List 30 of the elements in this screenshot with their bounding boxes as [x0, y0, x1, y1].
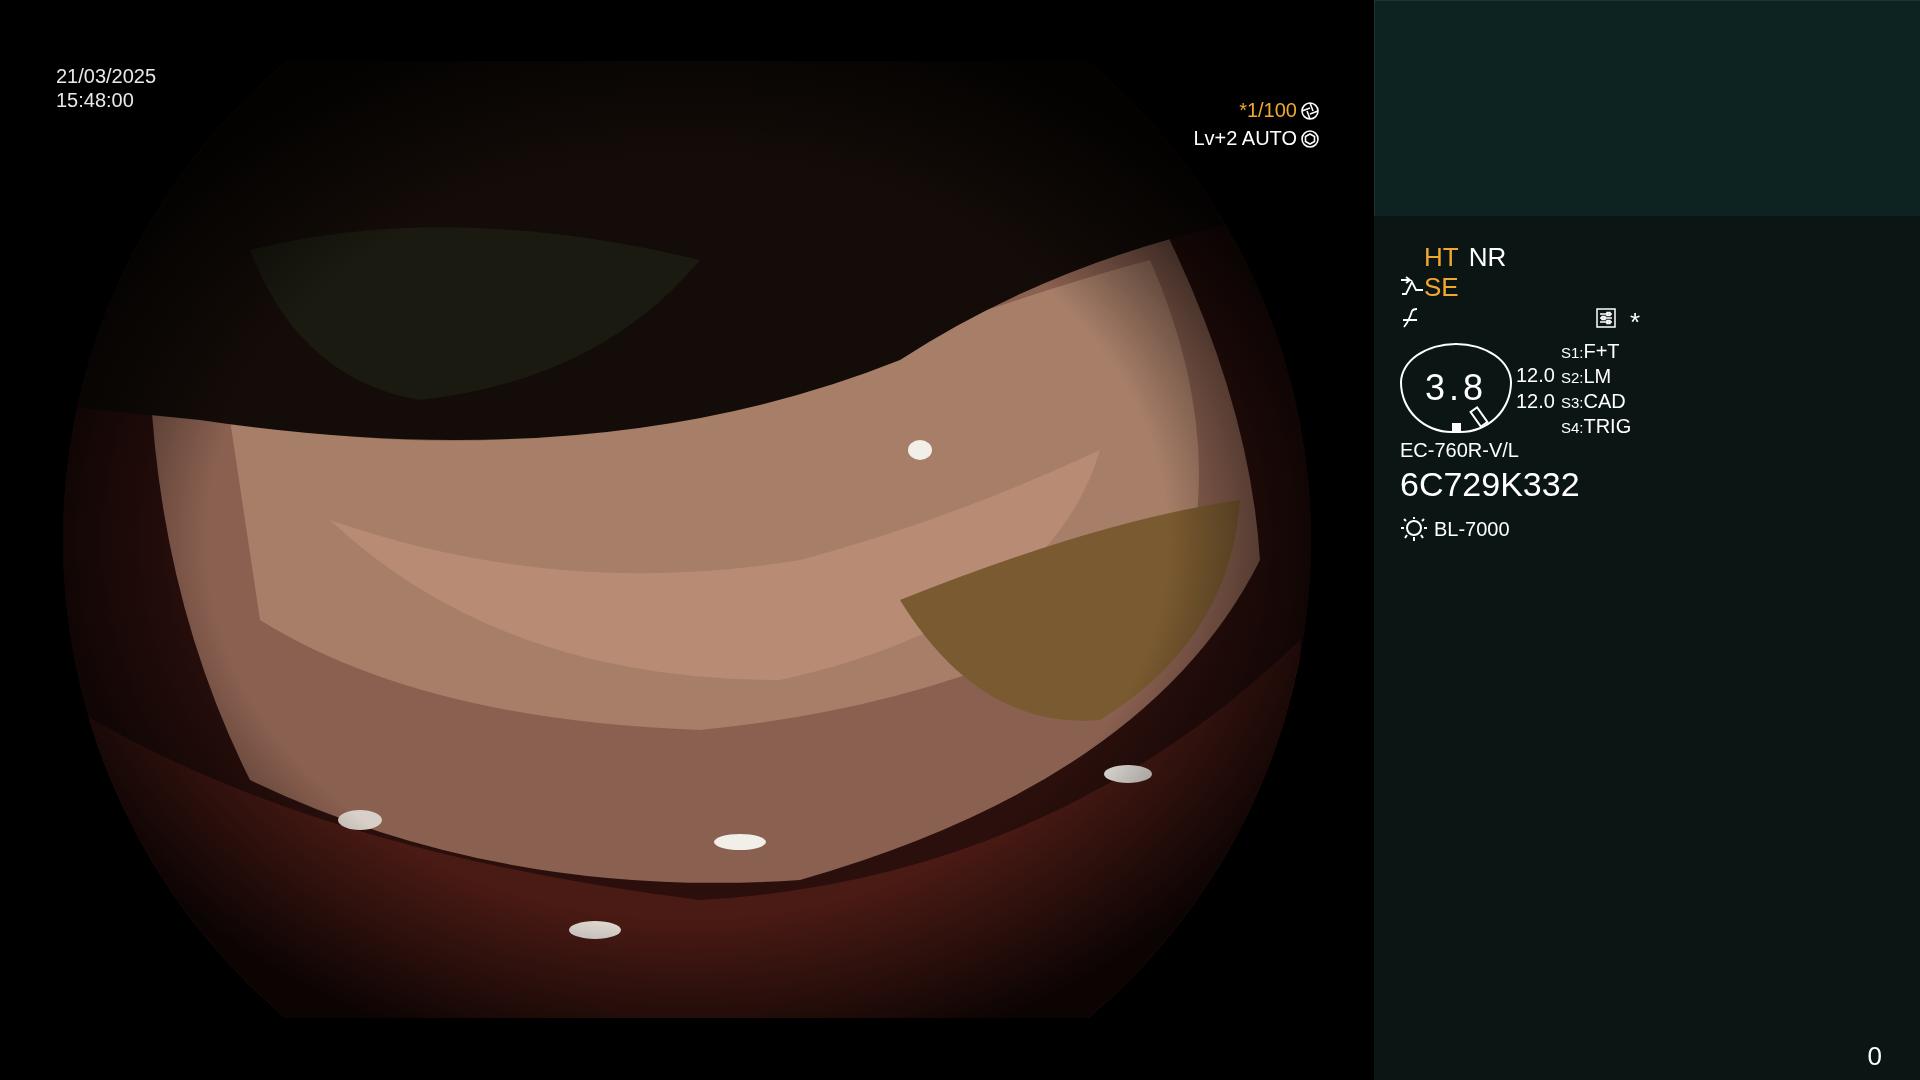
switch-key: S3:	[1560, 392, 1584, 415]
switch-key: S1:	[1560, 342, 1584, 365]
settings-icon	[1595, 308, 1616, 328]
mode-label: HT	[1424, 242, 1459, 272]
serial-number-text: 6C729K332	[1400, 464, 1581, 504]
switch-value: CAD	[1583, 389, 1626, 414]
mode-label: NR	[1468, 242, 1507, 272]
gauge-reading: 12.0	[1516, 363, 1555, 388]
shutter-icon	[1300, 100, 1320, 121]
switch-value: LM	[1583, 364, 1612, 389]
switch-key: S4:	[1560, 417, 1584, 440]
settings-mark: *	[1629, 309, 1640, 335]
aperture-icon	[1300, 128, 1320, 149]
time-text: 15:48:00	[56, 88, 135, 112]
counter-text: 0	[1867, 1040, 1882, 1073]
switch-value: F+T	[1583, 339, 1620, 364]
date-text: 21/03/2025	[56, 64, 157, 88]
light-source-text: BL-7000	[1434, 517, 1510, 542]
exposure-text: Lv+2 AUTO	[1193, 126, 1297, 151]
curve-icon	[1400, 276, 1424, 298]
switch-key: S2:	[1560, 367, 1584, 390]
enhancement-label: SE	[1424, 272, 1459, 302]
scope-model-text: EC-760R-V/L	[1400, 438, 1520, 462]
slash-f-icon	[1400, 307, 1420, 329]
lamp-icon	[1400, 515, 1428, 543]
switch-value: TRIG	[1583, 414, 1632, 439]
gauge-value: 3.8	[1424, 368, 1487, 408]
shutter-speed-text: *1/100	[1239, 98, 1297, 123]
tool-icon	[1469, 405, 1489, 429]
gauge-reading: 12.0	[1516, 389, 1555, 414]
